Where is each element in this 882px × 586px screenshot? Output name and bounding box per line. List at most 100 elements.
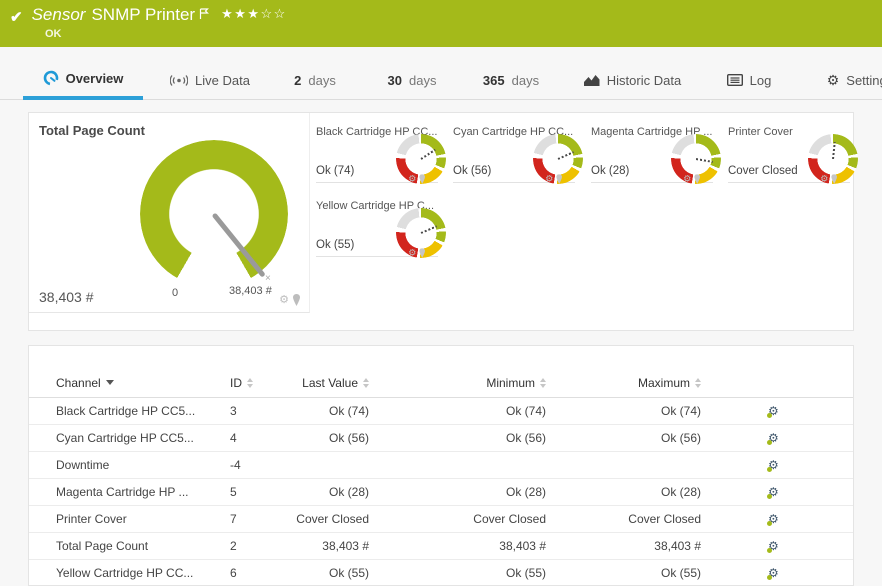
sort-icon xyxy=(695,378,701,388)
edit-channel-icon[interactable]: ⚙ xyxy=(768,512,779,526)
channel-minimum: Ok (28) xyxy=(369,485,546,499)
sensor-header: ✔ Sensor SNMP Printer ★★★☆☆ OK xyxy=(0,0,882,47)
primary-gauge-title: Total Page Count xyxy=(39,123,145,138)
pin-icon[interactable] xyxy=(419,174,426,184)
channel-id: 7 xyxy=(230,512,285,526)
tab-2-days[interactable]: 2 days xyxy=(270,60,360,100)
flag-icon[interactable] xyxy=(199,7,209,25)
status-ok-check-icon: ✔ xyxy=(10,8,23,26)
gauge-settings-gear-icon[interactable]: ⚙ xyxy=(545,175,553,184)
log-icon xyxy=(727,74,743,86)
tab-30-days-word: days xyxy=(409,73,436,88)
sensor-title: SNMP Printer xyxy=(91,5,195,25)
table-row: Magenta Cartridge HP ... 5 Ok (28) Ok (2… xyxy=(29,479,853,506)
pin-icon[interactable] xyxy=(556,174,563,184)
channel-maximum: Cover Closed xyxy=(546,512,701,526)
channel-name: Cyan Cartridge HP CC5... xyxy=(56,431,230,445)
tab-2-days-number: 2 xyxy=(294,73,301,88)
channel-name: Printer Cover xyxy=(56,512,230,526)
channel-maximum: Ok (28) xyxy=(546,485,701,499)
gauges-panel: Total Page Count × 0 38,403 # 38,403 # ⚙… xyxy=(28,112,854,331)
edit-channel-icon[interactable]: ⚙ xyxy=(768,431,779,445)
gauge-needle-tip-marker: × xyxy=(265,273,271,284)
tab-settings[interactable]: ⚙ Settings xyxy=(805,60,882,100)
channel-table: Channel ID Last Value Minimum Maximum xyxy=(29,368,853,586)
tab-historic-data[interactable]: Historic Data xyxy=(570,60,695,100)
gauge-settings-gear-icon[interactable]: ⚙ xyxy=(279,295,289,306)
channel-minimum: Cover Closed xyxy=(369,512,546,526)
sensor-status-text: OK xyxy=(45,28,62,40)
tab-live-data[interactable]: Live Data xyxy=(155,60,265,100)
channel-id: 5 xyxy=(230,485,285,499)
object-kind-label: Sensor xyxy=(32,5,86,25)
tab-overview-label: Overview xyxy=(66,71,124,86)
pin-icon[interactable] xyxy=(419,248,426,258)
table-row: Cyan Cartridge HP CC5... 4 Ok (56) Ok (5… xyxy=(29,425,853,452)
pin-icon[interactable] xyxy=(831,174,838,184)
channel-last-value: Ok (74) xyxy=(285,404,369,418)
gauge-scale-min: 0 xyxy=(172,287,178,299)
channel-name: Magenta Cartridge HP ... xyxy=(56,485,230,499)
gauge-settings-gear-icon[interactable]: ⚙ xyxy=(820,175,828,184)
channel-name: Black Cartridge HP CC5... xyxy=(56,404,230,418)
channel-last-value: 38,403 # xyxy=(285,539,369,553)
pin-icon[interactable] xyxy=(694,174,701,184)
primary-gauge-value: 38,403 # xyxy=(39,289,94,305)
tab-30-days-number: 30 xyxy=(388,73,402,88)
table-row: Printer Cover 7 Cover Closed Cover Close… xyxy=(29,506,853,533)
table-row: Downtime -4 ⚙ xyxy=(29,452,853,479)
channel-maximum: Ok (74) xyxy=(546,404,701,418)
tab-365-days-number: 365 xyxy=(483,73,505,88)
edit-channel-icon[interactable]: ⚙ xyxy=(768,458,779,472)
table-row: Yellow Cartridge HP CC... 6 Ok (55) Ok (… xyxy=(29,560,853,586)
pin-icon[interactable] xyxy=(292,294,301,306)
channel-gauge-value: Cover Closed xyxy=(728,165,798,177)
channel-last-value: Ok (55) xyxy=(285,566,369,580)
channel-gauge-title: Printer Cover xyxy=(728,126,793,138)
tab-log[interactable]: Log xyxy=(704,60,794,100)
tab-overview[interactable]: Overview xyxy=(23,60,143,100)
channel-id: 4 xyxy=(230,431,285,445)
column-header-last-value[interactable]: Last Value xyxy=(285,376,369,390)
primary-channel-gauge-tile: Total Page Count × 0 38,403 # 38,403 # ⚙ xyxy=(29,113,310,313)
column-header-minimum[interactable]: Minimum xyxy=(369,376,546,390)
channel-maximum: 38,403 # xyxy=(546,539,701,553)
channel-minimum: Ok (56) xyxy=(369,431,546,445)
gauge-icon xyxy=(43,70,59,86)
tab-2-days-word: days xyxy=(308,73,335,88)
tab-30-days[interactable]: 30 days xyxy=(367,60,457,100)
tab-365-days-word: days xyxy=(512,73,539,88)
channel-name: Total Page Count xyxy=(56,539,230,553)
channel-minimum: Ok (74) xyxy=(369,404,546,418)
column-header-id[interactable]: ID xyxy=(230,376,285,390)
table-row: Total Page Count 2 38,403 # 38,403 # 38,… xyxy=(29,533,853,560)
settings-gear-icon: ⚙ xyxy=(827,73,840,87)
channel-gauge-value: Ok (56) xyxy=(453,165,491,177)
edit-channel-icon[interactable]: ⚙ xyxy=(768,539,779,553)
gauge-settings-gear-icon[interactable]: ⚙ xyxy=(683,175,691,184)
mini-gauge-tile-printer-cover: Printer Cover Cover Closed ⚙ xyxy=(728,123,850,183)
column-header-channel[interactable]: Channel xyxy=(56,376,230,390)
table-header-row: Channel ID Last Value Minimum Maximum xyxy=(29,368,853,398)
channel-gauge-value: Ok (55) xyxy=(316,239,354,251)
tab-365-days[interactable]: 365 days xyxy=(461,60,561,100)
prtg-sensor-page: ✔ Sensor SNMP Printer ★★★☆☆ OK Overview xyxy=(0,0,882,586)
mini-gauge-tile-black-cartridge: Black Cartridge HP CC... Ok (74) ⚙ xyxy=(316,123,438,183)
mini-gauge-tile-magenta-cartridge: Magenta Cartridge HP ... Ok (28) ⚙ xyxy=(591,123,713,183)
sort-desc-icon xyxy=(106,380,114,385)
channel-id: 2 xyxy=(230,539,285,553)
gauge-settings-gear-icon[interactable]: ⚙ xyxy=(408,175,416,184)
channel-id: -4 xyxy=(230,458,285,472)
channel-maximum: Ok (55) xyxy=(546,566,701,580)
mini-gauge-tile-cyan-cartridge: Cyan Cartridge HP CC... Ok (56) ⚙ xyxy=(453,123,575,183)
edit-channel-icon[interactable]: ⚙ xyxy=(768,566,779,580)
priority-stars[interactable]: ★★★☆☆ xyxy=(221,6,287,22)
edit-channel-icon[interactable]: ⚙ xyxy=(768,404,779,418)
column-header-maximum[interactable]: Maximum xyxy=(546,376,701,390)
table-row: Black Cartridge HP CC5... 3 Ok (74) Ok (… xyxy=(29,398,853,425)
gauge-settings-gear-icon[interactable]: ⚙ xyxy=(408,249,416,258)
channel-name: Downtime xyxy=(56,458,230,472)
tab-log-label: Log xyxy=(750,73,772,88)
edit-channel-icon[interactable]: ⚙ xyxy=(768,485,779,499)
channel-last-value: Ok (56) xyxy=(285,431,369,445)
